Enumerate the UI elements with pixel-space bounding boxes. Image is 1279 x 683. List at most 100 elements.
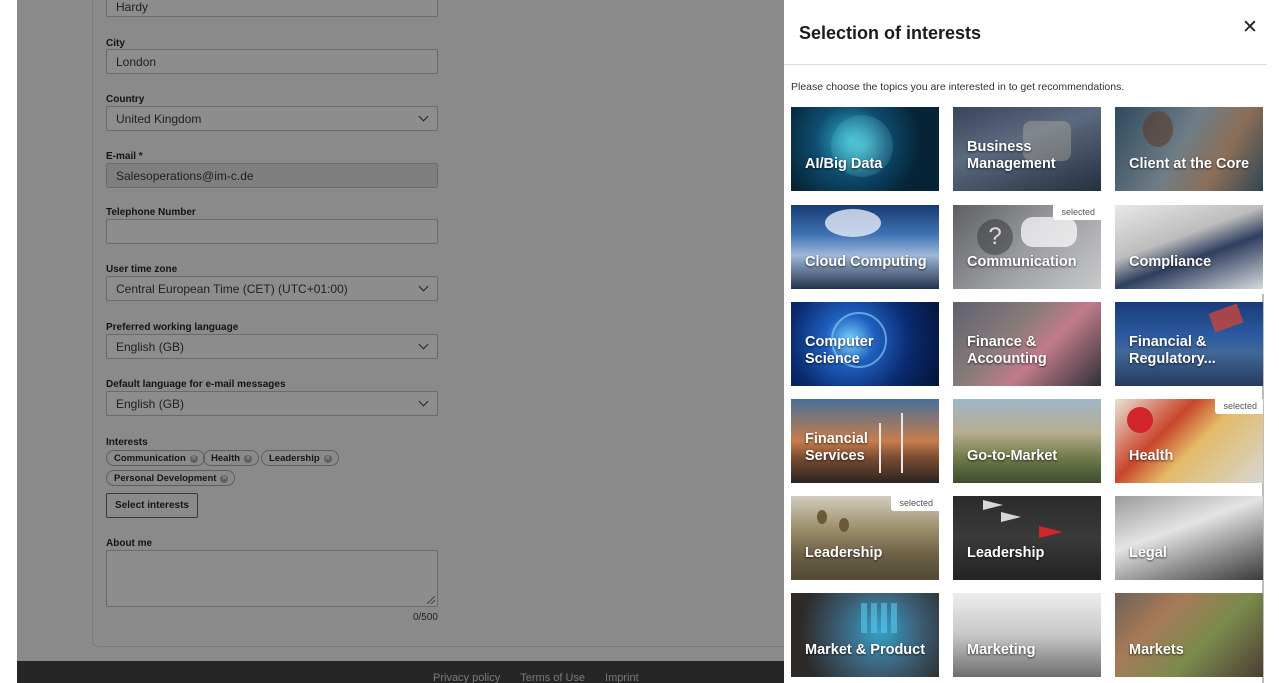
interests-panel: Selection of interests ✕ Please choose t…: [784, 6, 1271, 683]
timezone-value: Central European Time (CET) (UTC+01:00): [116, 282, 348, 296]
chip-label: Leadership: [269, 453, 320, 464]
email-label: E-mail *: [106, 151, 143, 162]
interest-tile-go-to-market[interactable]: Go-to-Market: [953, 399, 1101, 483]
interest-tile-health[interactable]: selected Health: [1115, 399, 1263, 483]
tile-label: Cloud Computing: [805, 254, 927, 270]
panel-divider: [784, 64, 1267, 65]
duck-image: [839, 518, 849, 532]
working-language-select[interactable]: English (GB): [106, 334, 438, 359]
tile-label: Financial Services: [805, 431, 868, 464]
tile-label: Marketing: [967, 642, 1036, 658]
city-label: City: [106, 38, 125, 49]
interest-tile-leadership-1[interactable]: selected Leadership: [791, 496, 939, 580]
character-counter: 0/500: [412, 612, 438, 623]
chevron-down-icon: [418, 339, 429, 350]
timezone-select[interactable]: Central European Time (CET) (UTC+01:00): [106, 276, 438, 301]
interest-tile-financial-regulatory[interactable]: Financial & Regulatory...: [1115, 302, 1263, 386]
interest-tile-computer-science[interactable]: Computer Science: [791, 302, 939, 386]
terms-of-use-link[interactable]: Terms of Use: [520, 672, 585, 683]
interest-chip-communication[interactable]: Communication ✕: [106, 450, 205, 466]
interest-tile-client-at-the-core[interactable]: Client at the Core: [1115, 107, 1263, 191]
last-name-field[interactable]: Hardy: [106, 0, 438, 17]
tile-label: Health: [1129, 448, 1174, 464]
tile-label: Financial & Regulatory...: [1129, 334, 1216, 367]
interest-tile-market-product[interactable]: Market & Product: [791, 593, 939, 677]
select-interests-button[interactable]: Select interests: [106, 493, 198, 518]
tile-label: Compliance: [1129, 254, 1212, 270]
timezone-label: User time zone: [106, 264, 178, 275]
interest-chip-personal-development[interactable]: Personal Development ✕: [106, 470, 236, 486]
country-label: Country: [106, 94, 145, 105]
tile-label: Business Management: [967, 139, 1056, 172]
about-me-textarea[interactable]: [106, 550, 438, 607]
panel-title: Selection of interests: [799, 23, 982, 43]
city-field[interactable]: London: [106, 49, 438, 74]
selected-badge: selected: [1053, 205, 1101, 220]
interest-tile-legal[interactable]: Legal: [1115, 496, 1263, 580]
chip-label: Health: [211, 453, 241, 464]
privacy-policy-link[interactable]: Privacy policy: [433, 672, 500, 683]
paper-plane-icon: [1001, 512, 1021, 522]
chevron-down-icon: [418, 281, 429, 292]
phone-field[interactable]: [106, 219, 438, 244]
email-field[interactable]: Salesoperations@im-c.de: [106, 163, 438, 188]
paper-plane-icon: [1039, 526, 1063, 538]
tile-label: Go-to-Market: [967, 448, 1058, 464]
interest-tile-compliance[interactable]: Compliance: [1115, 205, 1263, 289]
footer: Privacy policy Terms of Use Imprint: [17, 661, 784, 683]
question-bubble-icon: ?: [977, 219, 1013, 255]
interest-tile-cloud-computing[interactable]: Cloud Computing: [791, 205, 939, 289]
person-image: [1143, 111, 1173, 147]
chevron-down-icon: [418, 396, 429, 407]
tile-label: Legal: [1129, 545, 1167, 561]
email-value: Salesoperations@im-c.de: [116, 169, 254, 183]
phone-label: Telephone Number: [106, 207, 196, 218]
tile-label: Markets: [1129, 642, 1184, 658]
interest-tile-leadership-2[interactable]: Leadership: [953, 496, 1101, 580]
city-value: London: [116, 55, 157, 69]
page: Hardy City London Country United Kingdom…: [0, 0, 1279, 683]
tile-label: Finance & Accounting: [967, 334, 1047, 367]
interest-tile-communication[interactable]: ? selected Communication: [953, 205, 1101, 289]
interest-tile-markets[interactable]: Markets: [1115, 593, 1263, 677]
imprint-link[interactable]: Imprint: [605, 672, 639, 683]
interest-tile-ai-big-data[interactable]: AI/Big Data: [791, 107, 939, 191]
interest-chip-health[interactable]: Health ✕: [203, 450, 260, 466]
email-language-label: Default language for e-mail messages: [106, 379, 286, 390]
working-language-value: English (GB): [116, 340, 185, 354]
chevron-down-icon: [418, 111, 429, 122]
remove-icon[interactable]: ✕: [244, 454, 253, 463]
tile-label: Computer Science: [805, 334, 874, 367]
speech-bubble-icon: [1021, 217, 1077, 247]
remove-icon[interactable]: ✕: [220, 474, 229, 483]
interest-tile-financial-services[interactable]: Financial Services: [791, 399, 939, 483]
panel-intro-text: Please choose the topics you are interes…: [791, 81, 1125, 93]
interest-tile-marketing[interactable]: Marketing: [953, 593, 1101, 677]
tile-label: Client at the Core: [1129, 156, 1250, 172]
media-grid-image: [861, 603, 901, 633]
last-name-value: Hardy: [116, 0, 149, 14]
interest-chip-leadership[interactable]: Leadership ✕: [261, 450, 339, 466]
email-language-select[interactable]: English (GB): [106, 391, 438, 416]
remove-icon[interactable]: ✕: [323, 454, 332, 463]
about-label: About me: [106, 538, 153, 549]
chip-label: Personal Development: [114, 473, 217, 484]
page-margin: [0, 0, 17, 683]
interest-tile-finance-accounting[interactable]: Finance & Accounting: [953, 302, 1101, 386]
interest-tile-business-management[interactable]: Business Management: [953, 107, 1101, 191]
resize-handle-icon[interactable]: [427, 596, 435, 604]
email-language-value: English (GB): [116, 397, 185, 411]
tile-label: Leadership: [805, 545, 883, 561]
cloud-image: [825, 209, 881, 237]
close-icon[interactable]: ✕: [1240, 18, 1260, 38]
apple-image: [1127, 407, 1153, 433]
tile-label: Communication: [967, 254, 1077, 270]
country-select[interactable]: United Kingdom: [106, 106, 438, 131]
working-language-label: Preferred working language: [106, 322, 239, 333]
chip-label: Communication: [114, 453, 186, 464]
signpost-image: [1208, 303, 1244, 333]
interests-label: Interests: [106, 437, 148, 448]
duck-image: [817, 510, 827, 524]
remove-icon[interactable]: ✕: [189, 454, 198, 463]
paper-plane-icon: [983, 500, 1003, 510]
